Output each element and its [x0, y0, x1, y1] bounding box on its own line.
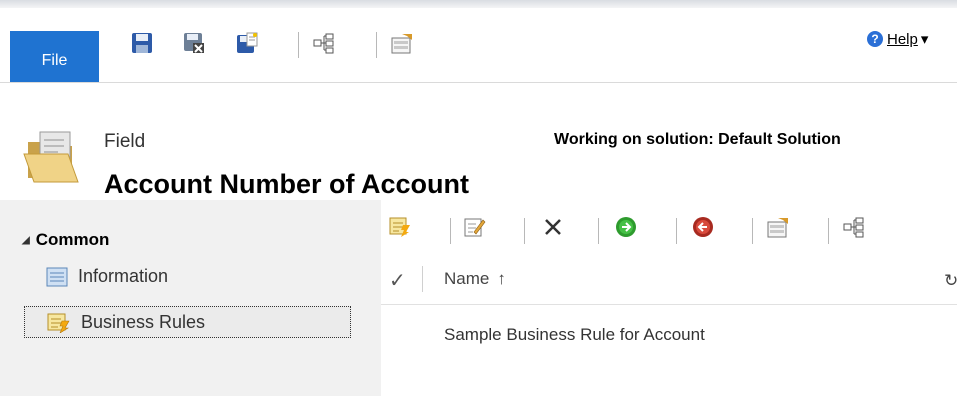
help-icon: ?	[867, 31, 883, 47]
edit-icon[interactable]	[464, 216, 486, 238]
dependencies-icon[interactable]	[313, 32, 335, 54]
nav-group-common[interactable]: ◢ Common	[22, 230, 109, 250]
properties-icon[interactable]	[767, 216, 789, 238]
help-label: Help	[887, 30, 918, 48]
entity-type-label: Field	[104, 131, 146, 152]
help-caret: ▾	[920, 31, 929, 48]
toolbar-separator	[598, 218, 599, 244]
business-rule-icon	[47, 313, 70, 333]
toolbar-separator	[376, 32, 377, 58]
toolbar-separator	[298, 32, 299, 58]
svg-text:?: ?	[871, 32, 878, 46]
page-title: Account Number of Account	[104, 169, 470, 199]
file-tab[interactable]: File	[10, 31, 99, 82]
toolbar-separator	[676, 218, 677, 244]
toolbar-separator	[828, 218, 829, 244]
properties-icon[interactable]	[391, 32, 413, 54]
nav-item-business-rules[interactable]: Business Rules	[24, 306, 351, 338]
column-header-name[interactable]: Name ↑	[444, 269, 506, 289]
sort-ascending-icon: ↑	[497, 269, 506, 288]
toolbar-separator	[752, 218, 753, 244]
delete-icon[interactable]	[542, 216, 564, 238]
select-all-checkbox[interactable]: ✓	[389, 268, 406, 293]
solution-indicator: Working on solution: Default Solution	[554, 131, 841, 148]
form-icon	[46, 267, 68, 286]
toolbar-separator	[450, 218, 451, 244]
column-header-label: Name	[444, 269, 490, 288]
toolbar-separator	[524, 218, 525, 244]
activate-icon[interactable]	[615, 216, 637, 238]
field-folder-icon	[23, 131, 79, 183]
nav-item-label: Information	[78, 266, 169, 286]
save-and-new-icon[interactable]	[236, 32, 258, 54]
column-divider	[422, 266, 423, 292]
help-menu[interactable]: ? Help ▾	[866, 30, 928, 48]
nav-item-information[interactable]: Information	[46, 266, 168, 287]
dependencies-icon[interactable]	[843, 216, 865, 238]
table-row[interactable]: Sample Business Rule for Account	[444, 325, 705, 345]
deactivate-icon[interactable]	[692, 216, 714, 238]
refresh-icon[interactable]: ↻	[944, 271, 957, 291]
save-icon[interactable]	[131, 32, 153, 54]
nav-item-label: Business Rules	[81, 311, 206, 332]
nav-group-label: Common	[35, 230, 110, 249]
new-business-rule-icon[interactable]	[389, 216, 411, 238]
save-and-close-icon[interactable]	[183, 32, 205, 54]
collapse-triangle-icon: ◢	[22, 234, 30, 246]
